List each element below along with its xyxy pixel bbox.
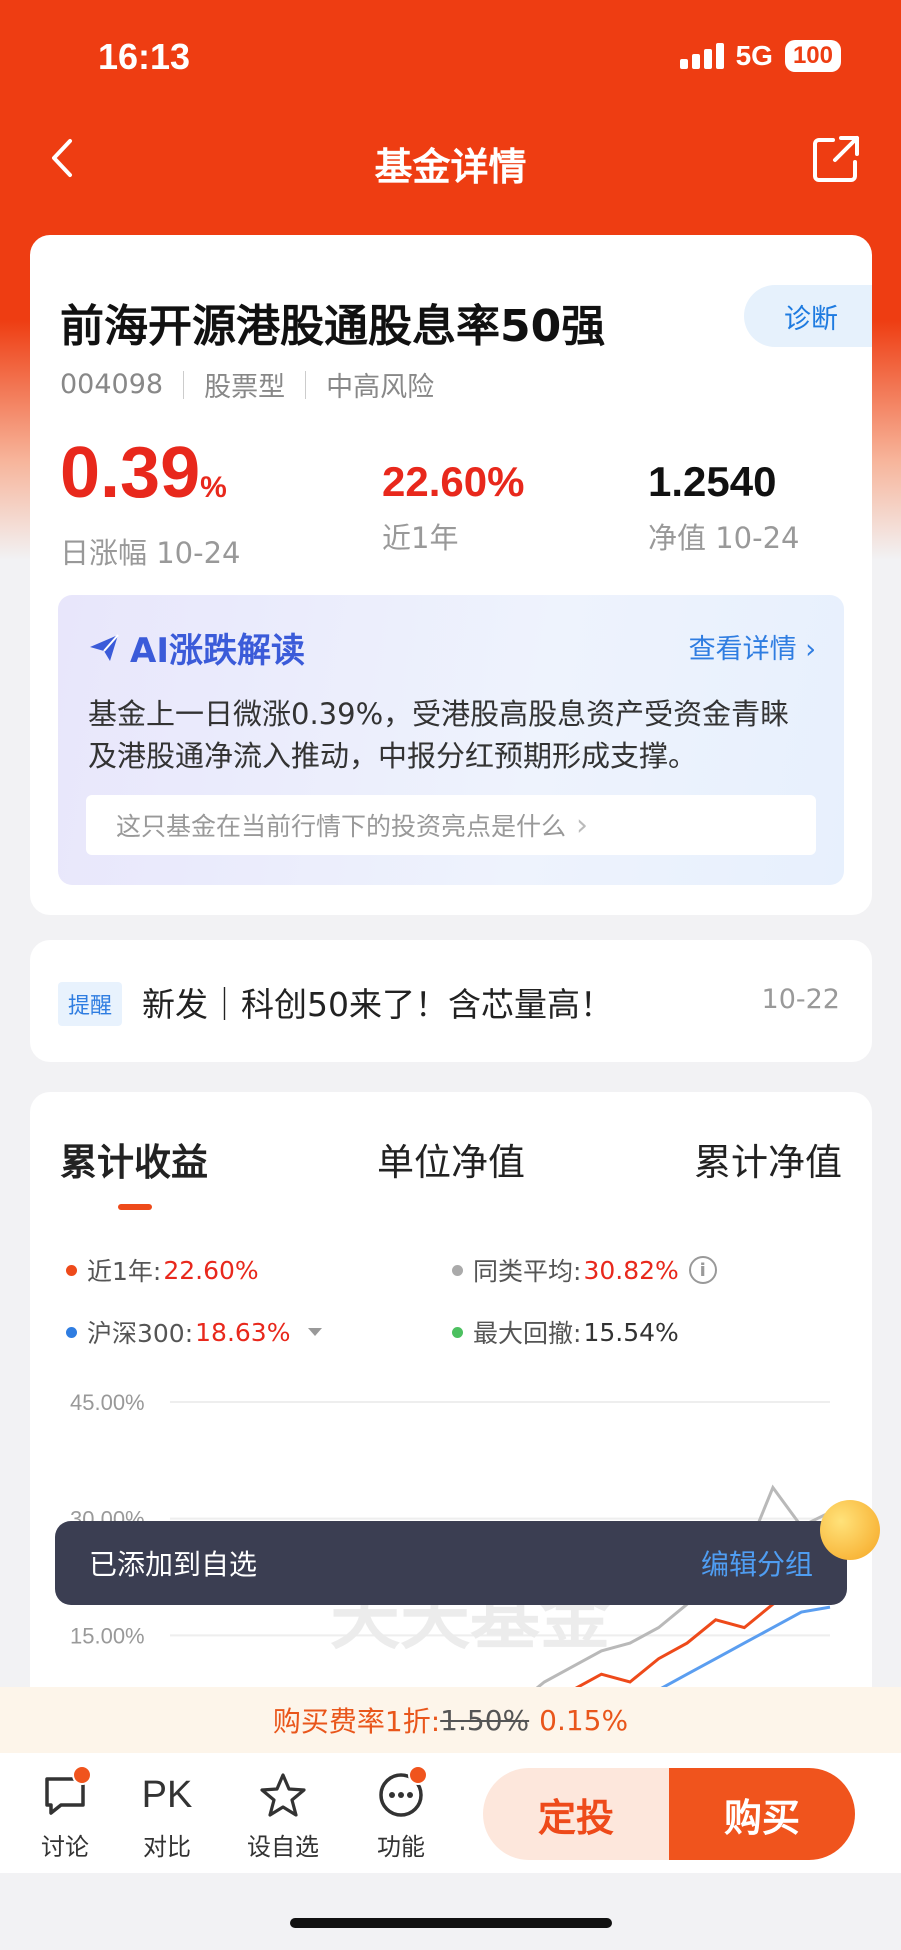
toast: 已添加到自选 编辑分组 <box>55 1521 847 1605</box>
tab-cumulative-nav[interactable]: 累计净值 <box>694 1132 842 1186</box>
diagnose-button[interactable]: 诊断 <box>744 285 872 347</box>
y-tick-label: 15.00% <box>70 1623 145 1648</box>
chevron-right-icon: › <box>576 807 589 843</box>
divider <box>305 370 307 399</box>
legend-dot <box>66 1264 77 1276</box>
divider <box>183 370 185 399</box>
legend-dot <box>66 1326 77 1338</box>
info-icon[interactable]: i <box>688 1256 717 1284</box>
legend-drawdown: 最大回撤: 15.54% <box>452 1314 679 1350</box>
year-return-stat: 22.60% 近1年 <box>382 455 524 557</box>
daily-change-label: 日涨幅 10-24 <box>60 536 241 570</box>
ai-title: AI涨跌解读 <box>88 623 305 672</box>
legend-peer-value: 30.82% <box>583 1255 679 1285</box>
home-indicator <box>290 1918 612 1928</box>
discuss-label: 讨论 <box>41 1833 89 1861</box>
ai-view-details-text: 查看详情 <box>688 634 797 665</box>
notification-dot <box>72 1765 92 1785</box>
watchlist-label: 设自选 <box>247 1833 319 1861</box>
bottom-action-bar: 讨论 PK 对比 设自选 功能 定投 购买 <box>0 1753 901 1873</box>
legend-index[interactable]: 沪深300: 18.63% <box>66 1314 323 1350</box>
ai-question-chip[interactable]: 这只基金在当前行情下的投资亮点是什么 › <box>86 795 816 855</box>
legend-index-value: 18.63% <box>195 1317 291 1347</box>
fund-meta: 004098 股票型 中高风险 <box>60 365 434 404</box>
tab-cumulative-return[interactable]: 累计收益 <box>60 1132 208 1210</box>
y-tick-label: 45.00% <box>70 1390 145 1415</box>
add-watchlist-button[interactable]: 设自选 <box>238 1771 328 1862</box>
sparkle-icon <box>90 633 119 661</box>
status-indicators: 5G 100 <box>679 40 841 72</box>
star-icon <box>260 1773 306 1817</box>
fund-code: 004098 <box>60 369 164 400</box>
compare-label: 对比 <box>143 1833 191 1861</box>
discuss-button[interactable]: 讨论 <box>20 1765 110 1862</box>
purchase-buttons: 定投 购买 <box>483 1768 855 1860</box>
legend-index-label: 沪深300: <box>87 1319 194 1348</box>
fund-risk: 中高风险 <box>326 372 435 403</box>
legend-drawdown-value: 15.54% <box>583 1317 679 1347</box>
reminder-text: 新发｜科创50来了！含芯量高！ <box>142 985 613 1024</box>
fund-summary-card: 前海开源港股通股息率50强 诊断 004098 股票型 中高风险 0.39% 日… <box>30 235 872 915</box>
chevron-right-icon: › <box>805 634 816 665</box>
daily-change-unit: % <box>200 471 227 504</box>
fee-bar: 购买费率1折: 1.50% 0.15% <box>0 1687 901 1753</box>
buy-button[interactable]: 购买 <box>669 1768 855 1860</box>
reminder-tag: 提醒 <box>58 982 123 1026</box>
functions-label: 功能 <box>377 1833 425 1861</box>
chart-tabs: 累计收益 单位净值 累计净值 <box>60 1132 842 1210</box>
reminder-card[interactable]: 提醒 新发｜科创50来了！含芯量高！ 10-22 <box>30 940 872 1062</box>
legend-peer-label: 同类平均: <box>473 1257 582 1286</box>
page-title: 基金详情 <box>374 145 527 189</box>
legend-peer: 同类平均: 30.82% i <box>452 1252 717 1288</box>
tab-unit-nav[interactable]: 单位净值 <box>377 1132 525 1186</box>
battery-icon: 100 <box>784 40 841 72</box>
reminder-date: 10-22 <box>761 984 840 1015</box>
year-return-label: 近1年 <box>382 521 459 555</box>
nav-label: 净值 10-24 <box>648 521 800 555</box>
pk-icon: PK <box>141 1774 193 1816</box>
fee-label: 购买费率1折: <box>272 1705 441 1738</box>
network-label: 5G <box>735 40 773 71</box>
compare-button[interactable]: PK 对比 <box>122 1771 212 1862</box>
daily-change-stat: 0.39% 日涨幅 10-24 <box>60 437 241 572</box>
mascot-icon[interactable] <box>820 1500 880 1560</box>
legend-fund: 近1年: 22.60% <box>66 1252 259 1288</box>
ai-view-details-link[interactable]: 查看详情 › <box>689 627 816 666</box>
fund-name: 前海开源港股通股息率50强 <box>60 301 606 352</box>
legend-fund-value: 22.60% <box>163 1255 259 1285</box>
share-icon[interactable] <box>811 134 861 184</box>
ai-title-text: AI涨跌解读 <box>130 631 305 671</box>
status-time: 16:13 <box>98 36 191 77</box>
fee-original: 1.50% <box>440 1703 530 1737</box>
functions-button[interactable]: 功能 <box>356 1765 446 1862</box>
fund-type: 股票型 <box>204 372 286 403</box>
dropdown-caret-icon <box>308 1328 323 1336</box>
toast-text: 已添加到自选 <box>89 1548 258 1581</box>
legend-fund-label: 近1年: <box>87 1257 162 1286</box>
fee-discounted: 0.15% <box>539 1703 629 1737</box>
edit-group-link[interactable]: 编辑分组 <box>701 1543 813 1583</box>
nav-stat: 1.2540 净值 10-24 <box>648 455 800 557</box>
legend-drawdown-label: 最大回撤: <box>473 1319 582 1348</box>
legend-dot <box>452 1264 463 1276</box>
notification-dot <box>408 1765 428 1785</box>
ai-analysis-panel[interactable]: AI涨跌解读 查看详情 › 基金上一日微涨0.39%，受港股高股息资产受资金青睐… <box>58 595 844 885</box>
legend-dot <box>452 1326 463 1338</box>
nav-value: 1.2540 <box>648 458 777 505</box>
ai-summary-text: 基金上一日微涨0.39%，受港股高股息资产受资金青睐及港股通净流入推动，中报分红… <box>88 697 790 773</box>
signal-icon <box>679 43 724 69</box>
ai-question-text: 这只基金在当前行情下的投资亮点是什么 <box>116 812 567 841</box>
year-return-value: 22.60% <box>382 458 525 505</box>
daily-change-value: 0.39 <box>60 433 201 513</box>
auto-invest-button[interactable]: 定投 <box>483 1768 669 1860</box>
